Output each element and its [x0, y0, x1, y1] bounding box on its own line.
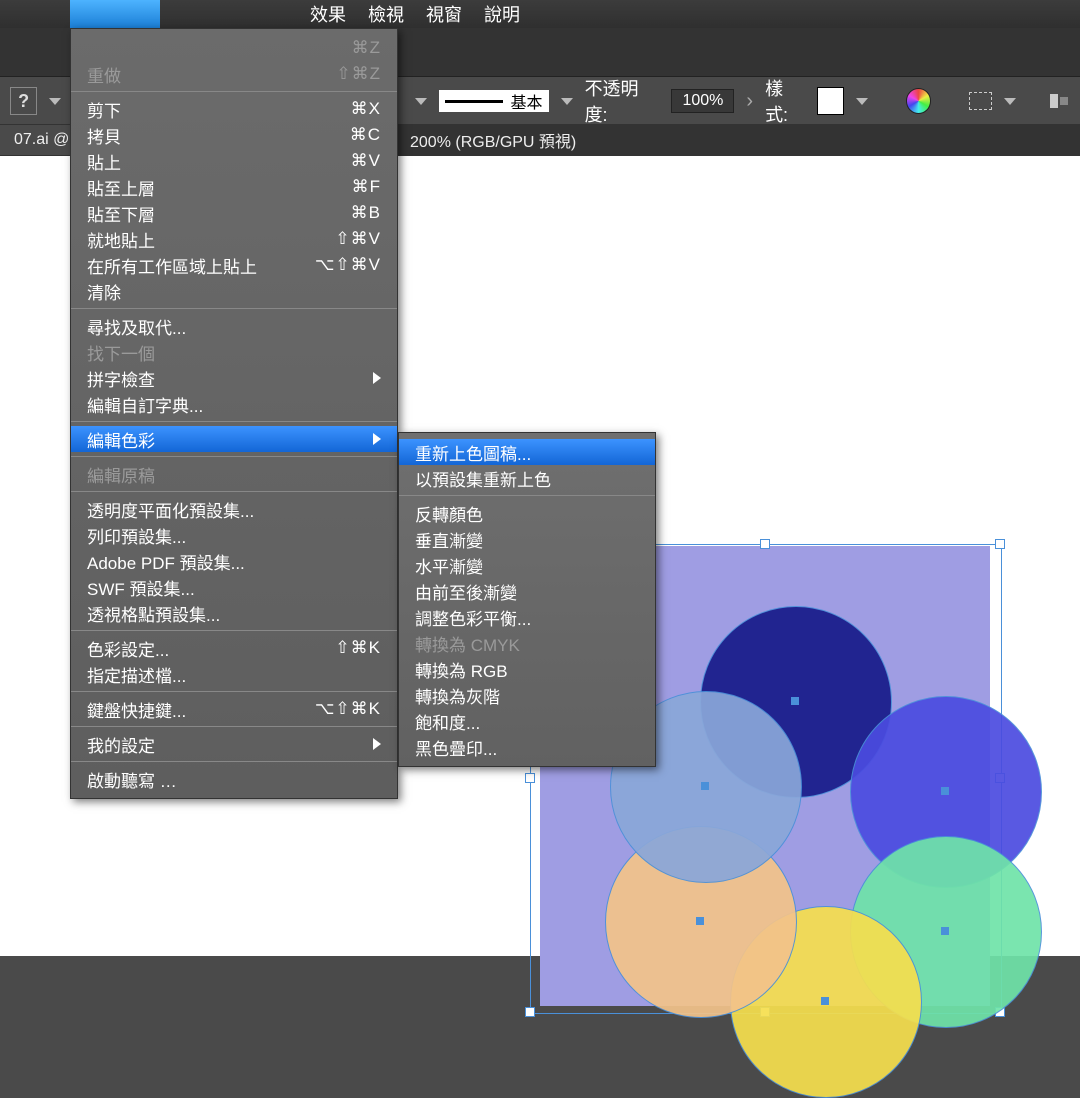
style-label: 樣式: [765, 75, 805, 127]
opacity-label: 不透明度: [585, 75, 660, 127]
doc-tab-preview[interactable]: 200% (RGB/GPU 預視) [396, 122, 590, 158]
submenu-item[interactable]: 垂直漸變 [399, 526, 655, 552]
center-point [701, 782, 709, 790]
center-point [941, 927, 949, 935]
menu-view[interactable]: 檢視 [368, 1, 404, 27]
dropdown-icon[interactable] [415, 98, 427, 105]
edit-color-submenu: 重新上色圖稿...以預設集重新上色反轉顏色垂直漸變水平漸變由前至後漸變調整色彩平… [398, 432, 656, 767]
menu-item[interactable]: 貼至上層⌘F [71, 174, 397, 200]
grid-icon[interactable] [969, 92, 992, 110]
dropdown-icon[interactable] [561, 98, 573, 105]
submenu-item[interactable]: 重新上色圖稿... [399, 439, 655, 465]
menu-effects[interactable]: 效果 [310, 1, 346, 27]
menu-item[interactable]: 貼上⌘V [71, 148, 397, 174]
menu-item[interactable]: 鍵盤快捷鍵...⌥⇧⌘K [71, 696, 397, 722]
dropdown-icon[interactable] [1004, 98, 1016, 105]
edit-menu-dropdown: ⌘Z重做⇧⌘Z 剪下⌘X拷貝⌘C貼上⌘V貼至上層⌘F貼至下層⌘B就地貼上⇧⌘V在所… [70, 28, 398, 799]
menu-item[interactable]: 編輯自訂字典... [71, 391, 397, 417]
menu-item[interactable]: 啟動聽寫 … [71, 766, 397, 792]
menu-item[interactable]: 指定描述檔... [71, 661, 397, 687]
submenu-item[interactable]: 轉換為灰階 [399, 682, 655, 708]
menu-item: 重做⇧⌘Z [71, 61, 397, 87]
menu-item: 找下一個 [71, 339, 397, 365]
no-image-icon[interactable]: ? [10, 87, 37, 115]
menu-item[interactable]: 我的設定 [71, 731, 397, 757]
submenu-item[interactable]: 由前至後漸變 [399, 578, 655, 604]
stroke-label: 基本 [511, 89, 543, 113]
menu-item[interactable]: 色彩設定...⇧⌘K [71, 635, 397, 661]
submenu-item[interactable]: 以預設集重新上色 [399, 465, 655, 491]
menu-item[interactable]: 尋找及取代... [71, 313, 397, 339]
submenu-item[interactable]: 反轉顏色 [399, 500, 655, 526]
menu-item[interactable]: 列印預設集... [71, 522, 397, 548]
menu-item: ⌘Z [71, 35, 397, 61]
chevron-right-icon[interactable]: › [746, 90, 753, 113]
menu-item[interactable]: Adobe PDF 預設集... [71, 548, 397, 574]
center-point [941, 787, 949, 795]
center-point [821, 997, 829, 1005]
app-menubar: 效果 檢視 視窗 說明 [0, 0, 1080, 28]
selection-handle[interactable] [995, 539, 1005, 549]
menu-item[interactable]: 透明度平面化預設集... [71, 496, 397, 522]
dropdown-icon[interactable] [49, 98, 61, 105]
center-point [791, 697, 799, 705]
menu-item: 編輯原稿 [71, 461, 397, 487]
selection-handle[interactable] [760, 539, 770, 549]
stroke-preset[interactable]: 基本 [439, 90, 548, 112]
menu-item[interactable]: SWF 預設集... [71, 574, 397, 600]
selection-handle[interactable] [525, 1007, 535, 1017]
submenu-item[interactable]: 調整色彩平衡... [399, 604, 655, 630]
menu-window[interactable]: 視窗 [426, 1, 462, 27]
menu-edit-active[interactable] [70, 0, 160, 28]
menu-item[interactable]: 貼至下層⌘B [71, 200, 397, 226]
align-icon[interactable] [1048, 92, 1070, 110]
menu-item[interactable]: 編輯色彩 [71, 426, 397, 452]
dropdown-icon[interactable] [856, 98, 868, 105]
menu-item[interactable]: 透視格點預設集... [71, 600, 397, 626]
submenu-item: 轉換為 CMYK [399, 630, 655, 656]
menu-item[interactable]: 在所有工作區域上貼上⌥⇧⌘V [71, 252, 397, 278]
menu-help[interactable]: 說明 [484, 1, 520, 27]
submenu-item[interactable]: 飽和度... [399, 708, 655, 734]
submenu-item[interactable]: 轉換為 RGB [399, 656, 655, 682]
menu-item[interactable]: 剪下⌘X [71, 96, 397, 122]
selection-handle[interactable] [525, 773, 535, 783]
style-swatch[interactable] [817, 87, 844, 115]
submenu-item[interactable]: 水平漸變 [399, 552, 655, 578]
opacity-field[interactable]: 100% [671, 89, 734, 113]
menu-item[interactable]: 拼字檢查 [71, 365, 397, 391]
submenu-item[interactable]: 黑色疊印... [399, 734, 655, 760]
recolor-icon[interactable] [906, 88, 931, 114]
center-point [696, 917, 704, 925]
menu-item[interactable]: 清除 [71, 278, 397, 304]
menu-item[interactable]: 就地貼上⇧⌘V [71, 226, 397, 252]
menu-item[interactable]: 拷貝⌘C [71, 122, 397, 148]
